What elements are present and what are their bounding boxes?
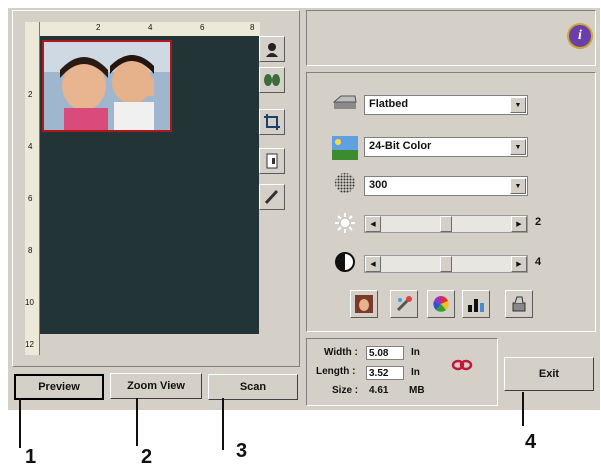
- callout-line-2: [136, 398, 138, 446]
- size-label: Size :: [332, 385, 359, 396]
- size-unit: MB: [409, 385, 425, 396]
- ruler-tick-label: 2: [28, 90, 33, 99]
- preview-button[interactable]: Preview: [14, 374, 104, 400]
- contrast-slider[interactable]: ◀ ▶: [364, 255, 528, 273]
- chevron-down-icon[interactable]: ▼: [510, 97, 526, 113]
- contrast-icon: [334, 251, 356, 273]
- ruler-tick-label: 6: [28, 194, 33, 203]
- callout-label-3: 3: [236, 440, 248, 462]
- brightness-icon: [334, 212, 356, 234]
- scan-button[interactable]: Scan: [208, 374, 298, 400]
- length-label: Length :: [316, 366, 356, 377]
- brightness-value: 2: [535, 216, 542, 228]
- ruler-tick-label: 10: [25, 298, 34, 307]
- contrast-slider-thumb[interactable]: [440, 256, 452, 272]
- chevron-down-icon[interactable]: ▼: [510, 178, 526, 194]
- width-label: Width :: [324, 347, 358, 358]
- callout-label-1: 1: [25, 446, 37, 468]
- resolution-icon: [334, 172, 356, 194]
- slider-left-arrow[interactable]: ◀: [365, 256, 381, 272]
- slider-left-arrow[interactable]: ◀: [365, 216, 381, 232]
- scanner-icon[interactable]: [505, 290, 533, 318]
- brightness-slider[interactable]: ◀ ▶: [364, 215, 528, 233]
- length-field[interactable]: 3.52: [366, 366, 404, 380]
- color-mode-select[interactable]: 24-Bit Color ▼: [364, 137, 528, 157]
- callout-label-4: 4: [525, 431, 537, 453]
- ruler-tick-label: 4: [148, 23, 153, 32]
- children-photo: [44, 42, 170, 130]
- exit-button[interactable]: Exit: [504, 357, 594, 391]
- callout-label-2: 2: [141, 446, 153, 468]
- portrait-icon[interactable]: [259, 36, 285, 62]
- ruler-tick-label: 6: [200, 23, 205, 32]
- scanner-type-select[interactable]: Flatbed ▼: [364, 95, 528, 115]
- resolution-value: 300: [369, 179, 388, 191]
- callout-line-4: [522, 392, 524, 426]
- chevron-down-icon[interactable]: ▼: [510, 139, 526, 155]
- page-icon[interactable]: [259, 148, 285, 174]
- length-unit: In: [411, 367, 420, 378]
- callout-line-1: [19, 398, 21, 448]
- scan-preview-image[interactable]: [42, 40, 172, 132]
- scanner-type-value: Flatbed: [369, 98, 409, 110]
- brush-icon[interactable]: [390, 290, 418, 318]
- ruler-tick-label: 12: [25, 340, 34, 349]
- ruler-vertical: 2 4 6 8 10 12: [25, 22, 40, 355]
- slider-right-arrow[interactable]: ▶: [511, 256, 527, 272]
- resolution-select[interactable]: 300 ▼: [364, 176, 528, 196]
- info-panel: [306, 10, 596, 66]
- ruler-tick-label: 2: [96, 23, 101, 32]
- info-icon[interactable]: i: [567, 23, 593, 49]
- zoom-view-button[interactable]: Zoom View: [110, 373, 202, 399]
- color-mode-value: 24-Bit Color: [369, 140, 432, 152]
- two-faces-icon[interactable]: [259, 67, 285, 93]
- color-wheel-icon[interactable]: [427, 290, 455, 318]
- callout-line-3: [222, 398, 224, 450]
- pen-icon[interactable]: [259, 184, 285, 210]
- color-mode-icon: [332, 136, 358, 160]
- flatbed-scanner-icon: [332, 95, 357, 111]
- ruler-tick-label: 4: [28, 142, 33, 151]
- slider-right-arrow[interactable]: ▶: [511, 216, 527, 232]
- ruler-tick-label: 8: [28, 246, 33, 255]
- ruler-horizontal: In 2 4 6 8: [30, 22, 260, 37]
- crop-icon[interactable]: [259, 109, 285, 135]
- histogram-icon[interactable]: [462, 290, 490, 318]
- face-icon[interactable]: [350, 290, 378, 318]
- width-field[interactable]: 5.08: [366, 346, 404, 360]
- size-value: 4.61: [369, 385, 389, 396]
- brightness-slider-thumb[interactable]: [440, 216, 452, 232]
- ruler-tick-label: 8: [250, 23, 255, 32]
- chain-link-icon[interactable]: [451, 358, 473, 372]
- width-unit: In: [411, 347, 420, 358]
- contrast-value: 4: [535, 256, 542, 268]
